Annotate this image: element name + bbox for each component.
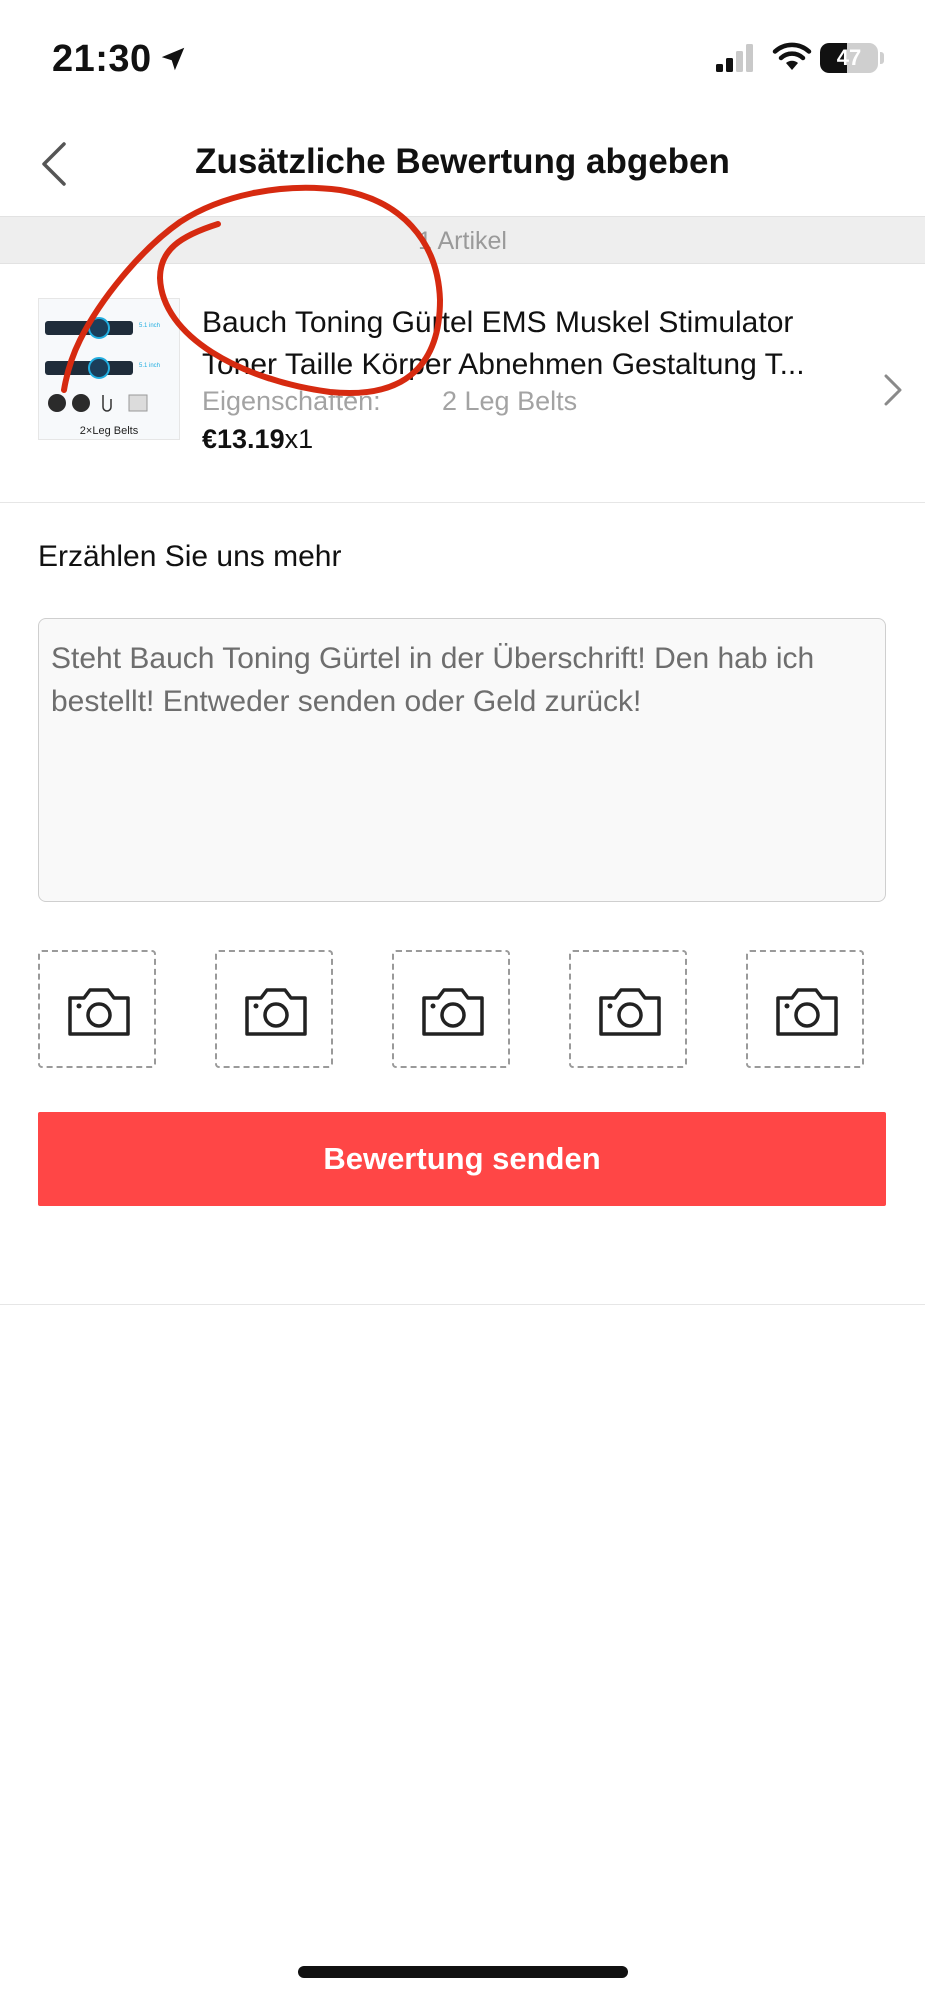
section-band: 1 Artikel bbox=[0, 216, 925, 264]
camera-icon bbox=[422, 988, 484, 1036]
product-title: Bauch Toning Gürtel EMS Muskel Stimulato… bbox=[202, 302, 874, 386]
product-quantity: x1 bbox=[284, 424, 314, 454]
product-image: 5.1 inch 5.1 inch 2×Leg Belts bbox=[38, 298, 180, 440]
photo-upload-slot-2[interactable] bbox=[215, 950, 333, 1068]
product-image-graphic: 5.1 inch 5.1 inch bbox=[45, 317, 160, 412]
camera-icon bbox=[599, 988, 661, 1036]
battery-cap bbox=[880, 52, 884, 64]
photo-upload-slot-5[interactable] bbox=[746, 950, 864, 1068]
product-price-row: €13.19x1 bbox=[202, 424, 313, 455]
photo-upload-slot-3[interactable] bbox=[392, 950, 510, 1068]
home-indicator bbox=[298, 1966, 628, 1978]
camera-icon bbox=[776, 988, 838, 1036]
chevron-right-icon bbox=[884, 374, 902, 406]
product-attribute-label: Eigenschaften: bbox=[202, 386, 381, 416]
header: Zusätzliche Bewertung abgeben bbox=[0, 110, 925, 216]
divider bbox=[0, 1304, 925, 1305]
photo-upload-slot-1[interactable] bbox=[38, 950, 156, 1068]
chevron-left-icon bbox=[42, 142, 66, 186]
item-count-label: 1 Artikel bbox=[418, 227, 507, 255]
back-button[interactable] bbox=[30, 138, 80, 190]
photo-upload-slot-4[interactable] bbox=[569, 950, 687, 1068]
battery-icon: 47 bbox=[820, 43, 878, 73]
product-title-line-2: Toner Taille Körper Abnehmen Gestaltung … bbox=[202, 348, 805, 381]
product-title-line-1: Bauch Toning Gürtel EMS Muskel Stimulato… bbox=[202, 306, 794, 339]
wifi-icon bbox=[772, 42, 812, 70]
review-text-field[interactable]: Steht Bauch Toning Gürtel in der Übersch… bbox=[38, 618, 886, 902]
product-image-caption: 2×Leg Belts bbox=[79, 425, 139, 437]
submit-review-button[interactable]: Bewertung senden bbox=[38, 1112, 886, 1206]
product-price: €13.19 bbox=[202, 424, 285, 454]
product-row[interactable]: 5.1 inch 5.1 inch 2×Leg Belts Bauch Toni… bbox=[0, 264, 925, 502]
camera-icon bbox=[245, 988, 307, 1036]
review-screen: 21:30 47 Zusätzliche Bewertung abgeben 1 bbox=[0, 0, 925, 2000]
review-label: Erzählen Sie uns mehr bbox=[38, 540, 342, 573]
status-bar: 21:30 47 bbox=[0, 0, 925, 110]
page-title: Zusätzliche Bewertung abgeben bbox=[195, 142, 730, 181]
svg-text:5.1 inch: 5.1 inch bbox=[139, 323, 160, 329]
divider bbox=[0, 502, 925, 503]
cellular-signal-icon bbox=[716, 44, 753, 72]
camera-icon bbox=[68, 988, 130, 1036]
battery-level: 47 bbox=[836, 45, 862, 70]
location-arrow-icon bbox=[161, 47, 185, 71]
svg-text:5.1 inch: 5.1 inch bbox=[139, 363, 160, 369]
status-time: 21:30 bbox=[52, 38, 152, 80]
product-attribute-value: 2 Leg Belts bbox=[442, 386, 578, 416]
